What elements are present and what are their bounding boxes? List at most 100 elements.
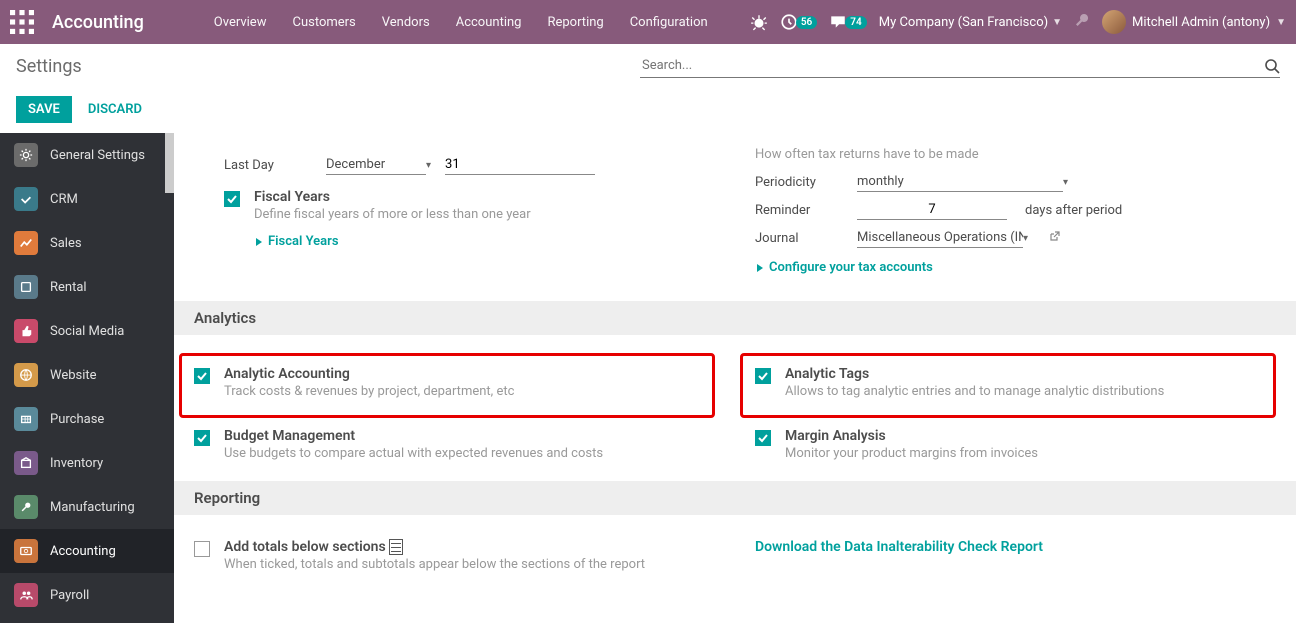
chevron-down-icon: ▾ [1063,177,1068,188]
wrench-icon[interactable] [1074,12,1090,32]
periodicity-label: Periodicity [755,175,843,190]
company-name: My Company (San Francisco) [879,15,1048,30]
sidebar-item-label: Accounting [50,544,116,559]
user-selector[interactable]: Mitchell Admin (antony) ▼ [1102,10,1286,34]
analytic-accounting-checkbox[interactable] [194,368,210,384]
sidebar-item-social[interactable]: Social Media [0,309,174,353]
reminder-input[interactable] [857,200,1007,220]
save-button[interactable]: SAVE [16,96,72,123]
control-panel: Settings SAVE DISCARD [0,44,1296,133]
discard-button[interactable]: DISCARD [88,102,142,117]
sidebar-item-label: CRM [50,192,78,207]
settings-sidebar: General Settings CRM Sales Rental Social… [0,133,174,623]
sidebar-item-label: Rental [50,280,87,295]
chat-badge[interactable]: 74 [829,13,866,31]
nav-overview[interactable]: Overview [204,9,277,36]
section-analytics: Analytics [174,301,1296,335]
sidebar-item-label: Sales [50,236,82,251]
thumbs-up-icon [14,319,38,343]
search-wrap[interactable] [640,54,1280,78]
cart-icon [14,407,38,431]
budget-checkbox[interactable] [194,430,210,446]
chevron-down-icon: ▾ [426,160,431,171]
money-icon [14,539,38,563]
sidebar-item-label: Payroll [50,588,89,603]
sidebar-item-manufacturing[interactable]: Manufacturing [0,485,174,529]
sidebar-item-label: General Settings [50,148,145,163]
periodicity-select[interactable]: monthly [857,172,1063,192]
nav-customers[interactable]: Customers [282,9,365,36]
handshake-icon [14,187,38,211]
analytic-tags-title: Analytic Tags [785,366,1273,382]
search-input[interactable] [640,54,1264,77]
add-totals-title: Add totals below sections [224,539,715,555]
highlight-analytic-tags: Analytic Tags Allows to tag analytic ent… [740,353,1276,418]
scrollbar[interactable] [165,133,174,193]
section-reporting: Reporting [174,481,1296,515]
budget-desc: Use budgets to compare actual with expec… [224,446,715,461]
add-totals-checkbox[interactable] [194,541,210,557]
last-day-month[interactable]: December [326,155,426,175]
chevron-down-icon: ▾ [1023,233,1028,244]
sidebar-item-rental[interactable]: Rental [0,265,174,309]
budget-title: Budget Management [224,428,715,444]
sidebar-item-label: Social Media [50,324,124,339]
navbar: Accounting Overview Customers Vendors Ac… [0,0,1296,44]
margin-checkbox[interactable] [755,430,771,446]
last-day-label: Last Day [224,158,312,173]
external-link-icon[interactable] [1048,231,1062,245]
caret-icon: ▼ [1052,17,1062,28]
box-icon [14,451,38,475]
search-icon[interactable] [1264,58,1280,74]
sidebar-item-payroll[interactable]: Payroll [0,573,174,617]
sidebar-item-accounting[interactable]: Accounting [0,529,174,573]
journal-select[interactable]: Miscellaneous Operations (IN [857,228,1023,248]
nav-links: Overview Customers Vendors Accounting Re… [204,9,718,36]
gear-icon [14,143,38,167]
analytic-tags-checkbox[interactable] [755,368,771,384]
chart-icon [14,231,38,255]
content-scroll[interactable]: Last Day December▾ Fiscal Years Define f… [174,133,1296,623]
globe-icon [14,363,38,387]
wrench-icon [14,495,38,519]
nav-reporting[interactable]: Reporting [537,9,613,36]
apps-icon[interactable] [10,10,34,34]
people-icon [14,583,38,607]
last-day-num[interactable] [445,155,595,175]
key-icon [14,275,38,299]
sidebar-item-project[interactable]: Project [0,617,174,623]
bug-icon[interactable] [750,13,768,31]
nav-vendors[interactable]: Vendors [372,9,440,36]
brand[interactable]: Accounting [52,12,144,33]
sidebar-item-crm[interactable]: CRM [0,177,174,221]
fiscal-years-link[interactable]: Fiscal Years [254,234,715,249]
sidebar-item-inventory[interactable]: Inventory [0,441,174,485]
tax-how-often: How often tax returns have to be made [755,147,1246,162]
nav-accounting[interactable]: Accounting [446,9,532,36]
fiscal-years-title: Fiscal Years [254,189,715,205]
configure-tax-link[interactable]: Configure your tax accounts [755,260,1246,275]
main: General Settings CRM Sales Rental Social… [0,133,1296,623]
page-title: Settings [16,56,82,77]
sidebar-item-general[interactable]: General Settings [0,133,174,177]
sidebar-item-label: Manufacturing [50,500,135,515]
user-name: Mitchell Admin (antony) [1132,15,1270,30]
sidebar-item-label: Website [50,368,97,383]
sidebar-item-sales[interactable]: Sales [0,221,174,265]
analytic-accounting-title: Analytic Accounting [224,366,712,382]
sidebar-item-website[interactable]: Website [0,353,174,397]
download-report-link[interactable]: Download the Data Inalterability Check R… [755,539,1276,555]
activity-badge[interactable]: 56 [780,13,817,31]
fiscal-years-checkbox[interactable] [224,191,240,207]
nav-configuration[interactable]: Configuration [620,9,718,36]
sidebar-item-label: Inventory [50,456,103,471]
analytic-tags-desc: Allows to tag analytic entries and to ma… [785,384,1273,399]
chat-count: 74 [845,16,866,29]
company-selector[interactable]: My Company (San Francisco) ▼ [879,15,1062,30]
analytic-accounting-desc: Track costs & revenues by project, depar… [224,384,712,399]
sidebar-item-purchase[interactable]: Purchase [0,397,174,441]
report-icon [389,539,403,555]
nav-right: 56 74 My Company (San Francisco) ▼ Mitch… [750,10,1286,34]
fiscal-years-desc: Define fiscal years of more or less than… [254,207,715,222]
margin-desc: Monitor your product margins from invoic… [785,446,1276,461]
